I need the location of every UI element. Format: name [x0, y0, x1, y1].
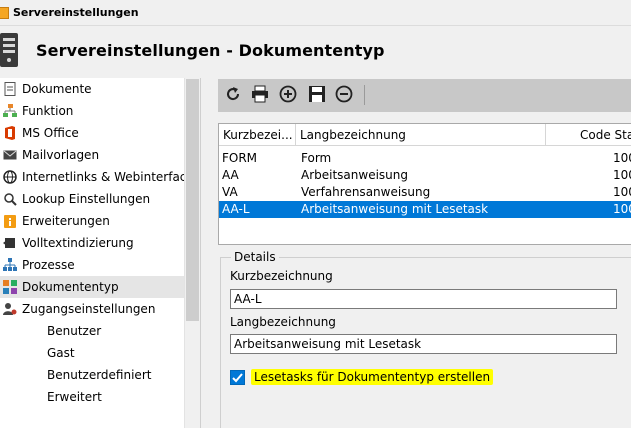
cell-kurzbezeichnung: FORM	[222, 151, 258, 165]
sidebar-item-label: Dokumententyp	[22, 280, 119, 294]
sidebar-item-erweitert[interactable]: Erweitert	[0, 386, 185, 408]
cell-langbezeichnung: Arbeitsanweisung mit Lesetask	[301, 202, 489, 216]
cell-code: 100	[613, 185, 631, 199]
sidebar-item-label: Benutzerdefiniert	[47, 368, 152, 382]
sidebar-item-dokumente[interactable]: Dokumente	[0, 78, 185, 100]
cell-langbezeichnung: Form	[301, 151, 332, 165]
sidebar-item-label: Gast	[47, 346, 75, 360]
sidebar-item-ms-office[interactable]: MS Office	[0, 122, 185, 144]
sidebar-item-funktion[interactable]: Funktion	[0, 100, 185, 122]
table-row-selected[interactable]: AA-L Arbeitsanweisung mit Lesetask 100	[219, 201, 631, 218]
sidebar-item-prozesse[interactable]: Prozesse	[0, 254, 185, 276]
cell-kurzbezeichnung: VA	[222, 185, 238, 199]
cell-langbezeichnung: Arbeitsanweisung	[301, 168, 409, 182]
kurzbezeichnung-label: Kurzbezeichnung	[230, 269, 333, 283]
sidebar-item-label: Zugangseinstellungen	[22, 302, 156, 316]
sidebar-item-label: Funktion	[22, 104, 74, 118]
page-header: Servereinstellungen - Dokumententyp	[0, 27, 631, 73]
remove-button[interactable]	[334, 85, 354, 105]
mail-icon	[3, 148, 17, 162]
scrollbar-thumb[interactable]	[186, 79, 199, 321]
langbezeichnung-label: Langbezeichnung	[230, 315, 336, 329]
server-icon	[0, 33, 22, 67]
sidebar-item-benutzerdefiniert[interactable]: Benutzerdefiniert	[0, 364, 185, 386]
window-title: Servereinstellungen	[13, 6, 139, 19]
cell-code: 100	[613, 151, 631, 165]
sidebar-item-gast[interactable]: Gast	[0, 342, 185, 364]
sidebar-item-label: Lookup Einstellungen	[22, 192, 151, 206]
print-icon	[251, 85, 269, 106]
sidebar-item-lookup[interactable]: Lookup Einstellungen	[0, 188, 185, 210]
sidebar-item-internetlinks[interactable]: Internetlinks & Webinterface	[0, 166, 194, 188]
sidebar-item-volltextindizierung[interactable]: Volltextindizierung	[0, 232, 185, 254]
add-icon	[279, 85, 297, 106]
sidebar: Dokumente Funktion MS Office Mailvorlage…	[0, 78, 201, 428]
search-icon	[3, 192, 17, 206]
checkmark-icon	[232, 372, 243, 382]
refresh-icon	[224, 85, 242, 106]
details-legend: Details	[231, 250, 279, 264]
sidebar-item-label: Dokumente	[22, 82, 92, 96]
document-type-table[interactable]: Kurzbezei... Langbezeichnung Code Sta FO…	[218, 123, 631, 245]
sidebar-item-label: Internetlinks & Webinterface	[22, 170, 194, 184]
window-titlebar: Servereinstellungen	[0, 0, 631, 26]
langbezeichnung-input[interactable]: Arbeitsanweisung mit Lesetask	[230, 334, 617, 354]
fulltext-index-icon	[3, 236, 17, 250]
sidebar-item-label: Erweiterungen	[22, 214, 110, 228]
table-row[interactable]: FORM Form 100	[219, 150, 631, 167]
document-type-icon	[3, 280, 17, 294]
save-button[interactable]	[307, 85, 327, 105]
access-icon	[3, 302, 17, 316]
sidebar-item-zugangseinstellungen[interactable]: Zugangseinstellungen	[0, 298, 185, 320]
globe-icon	[3, 170, 17, 184]
office-icon	[3, 126, 17, 140]
column-header-kurzbezeichnung[interactable]: Kurzbezei...	[219, 124, 296, 146]
document-icon	[3, 82, 17, 96]
app-icon	[0, 6, 9, 19]
details-group: Details Kurzbezeichnung AA-L Langbezeich…	[220, 250, 631, 428]
save-icon	[308, 85, 326, 106]
toolbar	[218, 79, 631, 112]
cell-kurzbezeichnung: AA	[222, 168, 239, 182]
sidebar-item-label: Benutzer	[47, 324, 102, 338]
table-row[interactable]: AA Arbeitsanweisung 100	[219, 167, 631, 184]
lesetasks-checkbox[interactable]	[230, 369, 245, 385]
cell-kurzbezeichnung: AA-L	[222, 202, 250, 216]
table-header: Kurzbezei... Langbezeichnung Code Sta	[219, 124, 631, 146]
sidebar-item-mailvorlagen[interactable]: Mailvorlagen	[0, 144, 185, 166]
refresh-button[interactable]	[223, 85, 243, 105]
sidebar-item-label: Mailvorlagen	[22, 148, 100, 162]
kurzbezeichnung-input[interactable]: AA-L	[230, 289, 617, 309]
column-header-code-status[interactable]: Code Sta	[546, 124, 631, 146]
sidebar-item-benutzer[interactable]: Benutzer	[0, 320, 185, 342]
table-row[interactable]: VA Verfahrensanweisung 100	[219, 184, 631, 201]
sidebar-item-dokumententyp[interactable]: Dokumententyp	[0, 276, 185, 298]
lesetasks-checkbox-label: Lesetasks für Dokumententyp erstellen	[251, 369, 494, 385]
sidebar-item-label: Erweitert	[47, 390, 102, 404]
sidebar-scrollbar[interactable]	[184, 78, 200, 428]
cell-code: 100	[613, 168, 631, 182]
print-button[interactable]	[250, 85, 270, 105]
sidebar-item-label: Volltextindizierung	[22, 236, 134, 250]
page-title: Servereinstellungen - Dokumententyp	[36, 40, 385, 60]
sidebar-item-erweiterungen[interactable]: Erweiterungen	[0, 210, 185, 232]
lesetasks-checkbox-row[interactable]: Lesetasks für Dokumententyp erstellen	[230, 367, 494, 387]
cell-langbezeichnung: Verfahrensanweisung	[301, 185, 431, 199]
toolbar-separator	[364, 85, 365, 105]
cell-code: 100	[613, 202, 631, 216]
org-chart-icon	[3, 104, 17, 118]
sidebar-item-label: MS Office	[22, 126, 79, 140]
sidebar-item-label: Prozesse	[22, 258, 75, 272]
remove-icon	[335, 85, 353, 106]
column-header-langbezeichnung[interactable]: Langbezeichnung	[296, 124, 546, 146]
puzzle-icon	[3, 214, 17, 228]
process-icon	[3, 258, 17, 272]
add-button[interactable]	[278, 85, 298, 105]
